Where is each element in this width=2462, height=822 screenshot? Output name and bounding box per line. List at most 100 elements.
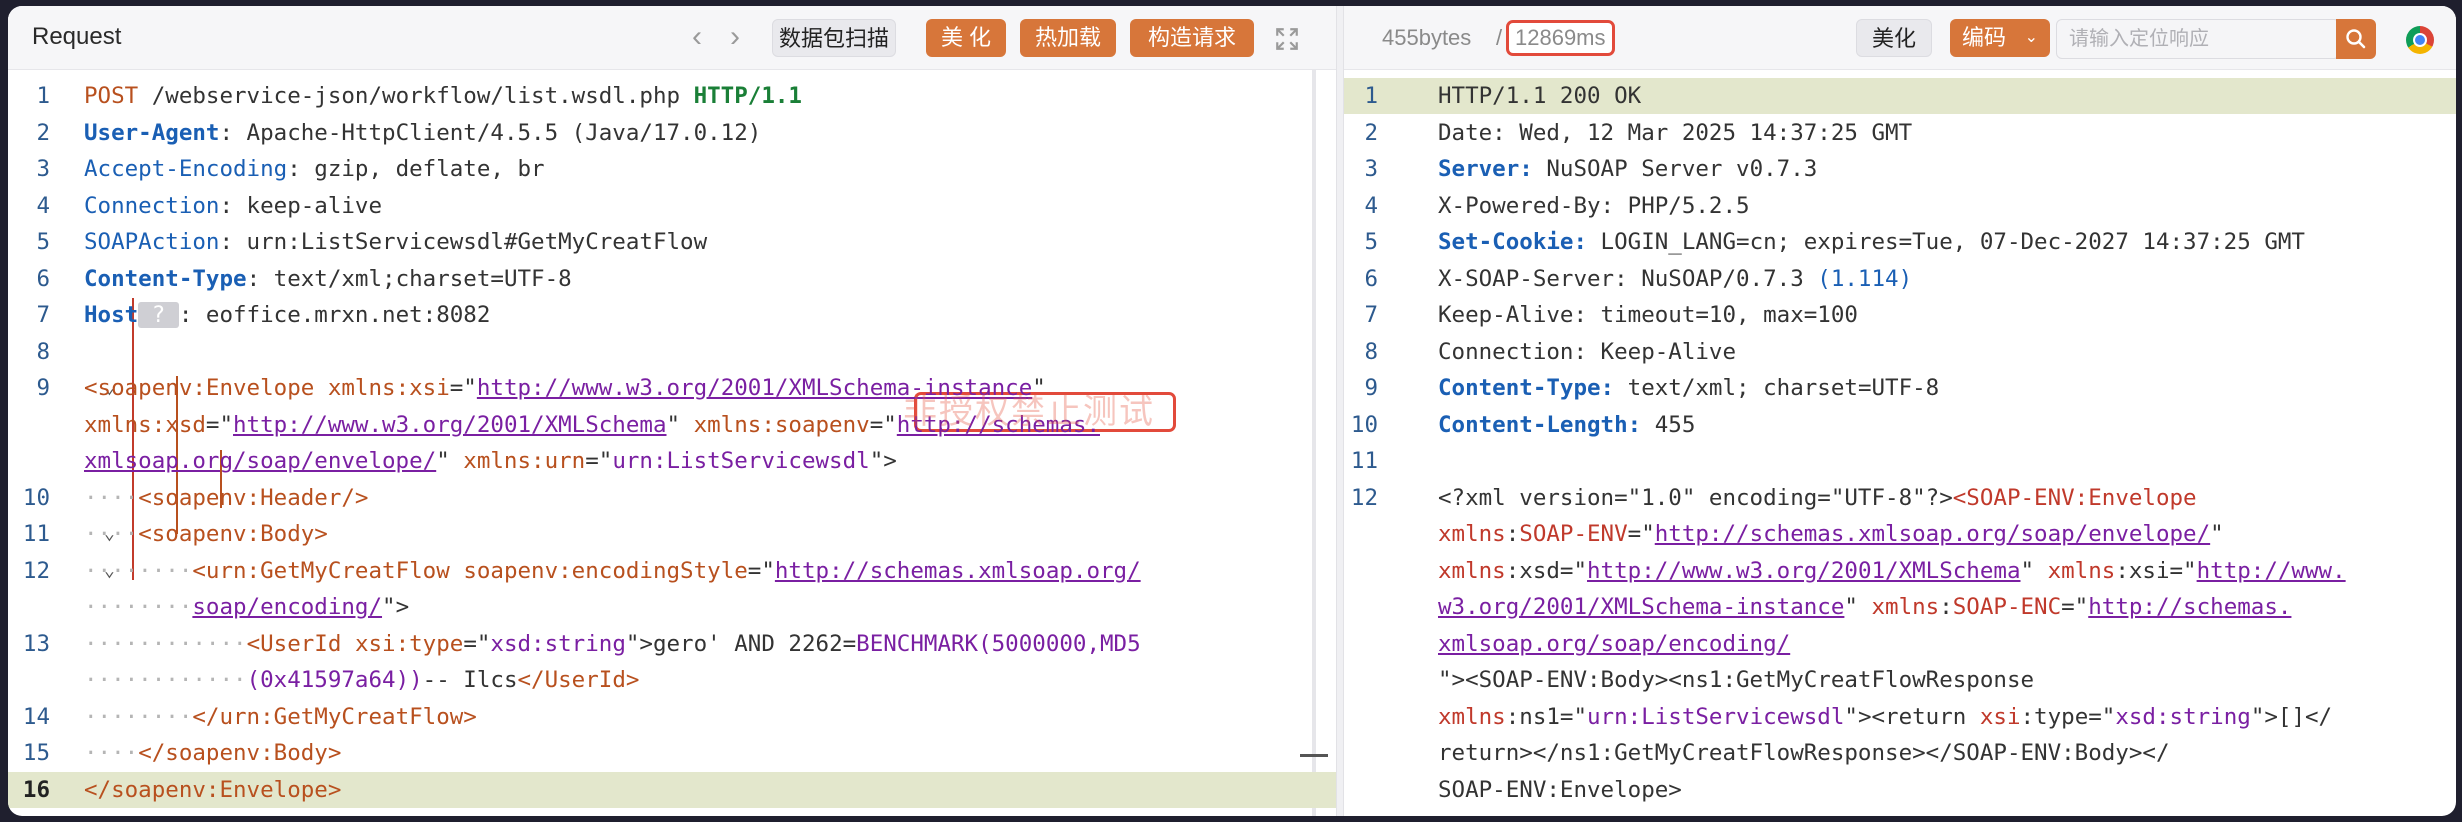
code-text: ········<urn:GetMyCreatFlow soapenv:enco… — [84, 553, 1141, 589]
code-line: 16 </soapenv:Envelope> — [8, 771, 1336, 808]
code-token: : text/xml;charset=UTF-8 — [246, 265, 572, 292]
code-line: 11 — [1344, 443, 2456, 479]
code-token: <urn:GetMyCreatFlow — [192, 557, 450, 584]
code-line: w3.org/2001/XMLSchema-instance" xmlns:SO… — [1344, 589, 2456, 625]
code-token: Server: — [1438, 156, 1533, 182]
line-number: 3 — [36, 156, 50, 182]
code-token: "> — [869, 448, 897, 474]
code-token: <?xml version="1.0" encoding="UTF-8"?> — [1438, 484, 1953, 511]
line-number: 10 — [22, 484, 50, 511]
code-token: xsd:string — [2115, 703, 2251, 730]
expand-icon[interactable] — [1274, 26, 1300, 52]
response-viewer[interactable]: 1 HTTP/1.1 200 OK 2 Date: Wed, 12 Mar 2025 … — [1344, 70, 2456, 816]
code-line: 7 Host ? : eoffice.mrxn.net:8082 — [8, 297, 1336, 333]
pane-divider[interactable] — [1336, 6, 1344, 816]
indent-dots: ········ — [84, 594, 193, 620]
code-token: </soapenv:Envelope> — [84, 776, 342, 803]
code-token[interactable]: http://www.w3.org/2001/XMLSchema — [233, 412, 666, 438]
code-token: "><return — [1844, 703, 1980, 730]
code-token: <SOAP-ENV:Envelope — [1952, 484, 2197, 511]
code-token: /webservice-json/workflow/list.wsdl.php — [138, 83, 694, 109]
code-token[interactable]: http://schemas.xmlsoap.org/ — [775, 558, 1141, 584]
code-token: Connection — [84, 192, 220, 219]
code-token[interactable]: http://www.w3.org/2001/XMLSchema — [1587, 558, 2020, 584]
code-line: 1 HTTP/1.1 200 OK — [1344, 78, 2456, 114]
code-text: </soapenv:Envelope> — [84, 772, 341, 808]
code-line: 6 X-SOAP-Server: NuSOAP/0.7.3 (1.114) — [1344, 261, 2456, 297]
code-text: xmlns:SOAP-ENV="http://schemas.xmlsoap.o… — [1438, 516, 2224, 552]
code-line: 12 ⌄ ········<urn:GetMyCreatFlow soapenv:e… — [8, 553, 1336, 589]
code-token: : Apache-HttpClient/4.5.5 (Java/17.0.12) — [219, 119, 762, 146]
code-text: POST /webservice-json/workflow/list.wsdl… — [84, 78, 802, 114]
code-token[interactable]: w3.org/2001/XMLSchema-instance — [1438, 594, 1844, 620]
code-text: X-Powered-By: PHP/5.2.5 — [1438, 188, 1750, 224]
code-text: X-SOAP-Server: NuSOAP/0.7.3 (1.114) — [1438, 261, 1912, 297]
code-token[interactable]: http://www. — [2197, 558, 2346, 584]
code-token: LOGIN_LANG=cn; expires=Tue, 07-Dec-2027 … — [1587, 229, 2305, 255]
request-editor[interactable]: 1 POST /webservice-json/workflow/list.wsd… — [8, 70, 1336, 816]
code-token: :type=" — [2020, 703, 2116, 730]
code-text: <?xml version="1.0" encoding="UTF-8"?><S… — [1438, 480, 2197, 516]
code-text: w3.org/2001/XMLSchema-instance" xmlns:SO… — [1438, 589, 2291, 625]
line-number: 1 — [1364, 83, 1378, 109]
code-line: 6 Content-Type: text/xml;charset=UTF-8 — [8, 261, 1336, 297]
response-beautify-button[interactable]: 美化 — [1856, 19, 1932, 57]
code-token: (1.114) — [1817, 265, 1913, 292]
code-line: 3 Server: NuSOAP Server v0.7.3 — [1344, 151, 2456, 187]
code-line: 3 Accept-Encoding: gzip, deflate, br — [8, 151, 1336, 187]
line-number: 3 — [1364, 156, 1378, 182]
code-token[interactable]: soap/encoding/ — [192, 594, 382, 620]
chevron-down-icon: ⌄ — [2024, 29, 2038, 46]
code-token: SOAPAction — [84, 229, 220, 255]
locate-response-input[interactable] — [2056, 19, 2340, 59]
beautify-button[interactable]: 美 化 — [926, 19, 1006, 57]
hot-load-button[interactable]: 热加载 — [1020, 19, 1116, 57]
response-separator: / — [1496, 25, 1503, 50]
code-text: SOAPAction: urn:ListServicewsdl#GetMyCre… — [84, 224, 707, 260]
code-token: " — [2020, 557, 2048, 584]
encode-label: 编码 — [1962, 25, 2007, 50]
indent-dots: ············ — [84, 667, 247, 693]
back-arrow-icon[interactable]: ‹ — [682, 20, 712, 54]
line-number: 12 — [1350, 484, 1378, 511]
code-text: ········soap/encoding/"> — [84, 589, 409, 625]
code-token: xmlns:xsi — [327, 375, 450, 401]
code-line: 8 Connection: Keep-Alive — [1344, 334, 2456, 370]
code-token: =" — [205, 411, 234, 438]
code-token: 455 — [1641, 411, 1696, 438]
code-text: HTTP/1.1 200 OK — [1438, 78, 1641, 114]
code-token: xmlns — [1438, 557, 1506, 584]
code-token: SOAP-ENV:Envelope> — [1438, 776, 1682, 803]
code-token[interactable]: http://schemas. — [2088, 594, 2291, 620]
packet-scan-button[interactable]: 数据包扫描 — [772, 19, 896, 57]
code-token[interactable]: xmlsoap.org/soap/encoding/ — [1438, 631, 1790, 657]
code-token: =" — [747, 557, 775, 584]
line-number: 5 — [36, 229, 50, 255]
code-token[interactable]: xmlsoap.org/soap/envelope/ — [84, 448, 436, 474]
line-number: 5 — [1364, 229, 1378, 255]
code-line: 1 POST /webservice-json/workflow/list.wsd… — [8, 78, 1336, 114]
code-token: xsi:type — [354, 630, 464, 657]
forward-arrow-icon[interactable]: › — [720, 20, 750, 54]
code-text: Content-Type: text/xml;charset=UTF-8 — [84, 261, 572, 297]
encode-dropdown[interactable]: 编码 ⌄ — [1950, 19, 2050, 57]
code-token: xmlns:soapenv — [693, 411, 870, 438]
chrome-icon[interactable] — [2406, 26, 2434, 54]
code-token[interactable]: http://schemas.xmlsoap.org/soap/envelope… — [1655, 521, 2210, 547]
watermark-text: 非授权禁止测试 — [903, 393, 1155, 431]
code-token: POST — [84, 83, 139, 109]
line-number: 6 — [1364, 265, 1378, 292]
code-token: :xsi=" — [2115, 557, 2197, 584]
code-token: xsd:string — [490, 630, 626, 657]
line-number: 1 — [36, 83, 50, 109]
line-number: 8 — [1364, 338, 1378, 365]
build-request-button[interactable]: 构造请求 — [1130, 19, 1254, 57]
code-token: : — [1505, 521, 1520, 547]
code-token: : gzip, deflate, br — [287, 156, 545, 182]
code-token: Content-Type: — [1438, 375, 1615, 401]
code-token: Date: Wed, 12 Mar 2025 14:37:25 GMT — [1438, 119, 1913, 146]
search-button[interactable] — [2336, 19, 2376, 59]
code-line: 10 ····<soapenv:Header/> — [8, 480, 1336, 516]
